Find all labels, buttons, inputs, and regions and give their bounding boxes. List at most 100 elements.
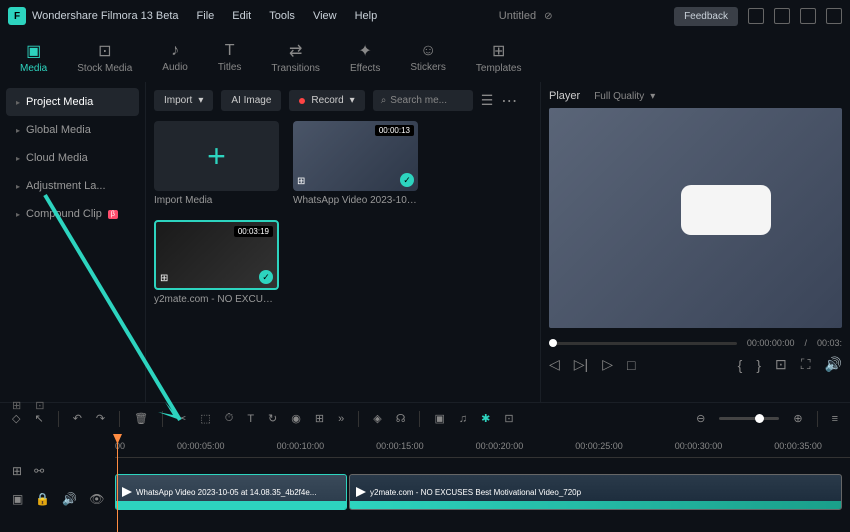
cloud-icon[interactable] [800,8,816,24]
mute-icon[interactable]: 🔊 [62,492,77,506]
caret-icon: ▸ [16,154,20,163]
link-icon[interactable]: ⚯ [34,464,44,478]
timeline-options-icon[interactable]: ≡ [832,413,838,425]
stickers-icon: ☺ [420,42,436,60]
undo-icon[interactable]: ↶ [73,412,82,425]
media-icon: ▣ [26,41,41,61]
timeline-ruler[interactable]: 00 00:00:05:00 00:00:10:00 00:00:15:00 0… [0,434,850,458]
menu-edit[interactable]: Edit [232,10,251,22]
chevron-down-icon: ▾ [198,95,203,106]
redo-icon[interactable]: ↷ [96,412,105,425]
fullscreen-icon[interactable]: ⛶ [801,356,811,373]
menu-help[interactable]: Help [355,10,378,22]
clip-play-icon [356,487,366,497]
selection-icon[interactable]: ↖ [34,412,43,425]
current-time: 00:00:00:00 [747,338,795,348]
menu-file[interactable]: File [197,10,215,22]
filter-icon[interactable]: ☰ [481,92,494,109]
group-icon[interactable]: ⊞ [315,412,324,425]
tab-templates[interactable]: ⊞Templates [476,41,522,74]
save-icon[interactable] [774,8,790,24]
doc-title[interactable]: Untitled [499,10,536,22]
sidebar-global-media[interactable]: ▸Global Media [6,116,139,144]
search-input[interactable]: ⌕Search me... [373,90,473,111]
marker-icon[interactable]: ◈ [373,412,381,425]
mark-out-icon[interactable]: } [756,357,761,373]
layers-icon: ⊞ [160,273,168,284]
progress-handle[interactable] [549,339,557,347]
render-icon[interactable]: ▣ [434,412,444,425]
more-tools-icon[interactable]: » [338,413,344,425]
tab-audio[interactable]: ♪Audio [162,42,188,73]
layout-icon[interactable] [748,8,764,24]
zoom-out-icon[interactable]: ⊖ [696,412,705,425]
visibility-icon[interactable]: 👁 [89,492,104,506]
app-title: Wondershare Filmora 13 Beta [32,10,179,22]
ai-image-button[interactable]: AI Image [221,90,281,111]
play-icon[interactable]: ▷ [602,356,613,373]
add-track-icon[interactable]: ⊞ [12,464,22,478]
delete-icon[interactable]: 🗑 [134,412,148,425]
tab-titles[interactable]: TTitles [218,42,242,73]
quality-dropdown[interactable]: Full Quality▾ [594,91,655,102]
tab-media[interactable]: ▣Media [20,41,47,74]
rotate-icon[interactable]: ↻ [268,412,277,425]
zoom-in-icon[interactable]: ⊕ [793,412,802,425]
search-icon: ⌕ [381,95,387,106]
color-icon[interactable]: ◉ [291,412,301,425]
lock-icon[interactable]: 🔒 [35,492,50,506]
timeline-clip-1[interactable]: WhatsApp Video 2023-10-05 at 14.08.35_4b… [115,474,347,510]
crop-icon[interactable]: ⬚ [200,412,210,425]
tab-stock-media[interactable]: ⊡Stock Media [77,41,132,74]
feedback-button[interactable]: Feedback [674,7,738,26]
keyframe-icon[interactable]: ◇ [12,412,20,425]
record-dropdown[interactable]: Record▾ [289,90,364,111]
sidebar-cloud-media[interactable]: ▸Cloud Media [6,144,139,172]
tab-effects[interactable]: ✦Effects [350,41,380,74]
audio-sync-icon[interactable]: ♫ [459,413,467,425]
sidebar-compound-clip[interactable]: ▸Compound Clipβ [6,200,139,228]
snapshot-icon[interactable]: ⊡ [775,356,787,373]
tab-transitions[interactable]: ⇄Transitions [271,41,320,74]
player-title: Player [549,90,580,102]
tab-stickers[interactable]: ☺Stickers [410,42,446,73]
media-clip-y2mate[interactable]: 00:03:19⊞✓ y2mate.com - NO EXCUSES ... [154,220,279,305]
mark-in-icon[interactable]: { [738,357,743,373]
grid-icon[interactable] [826,8,842,24]
chevron-down-icon: ▾ [350,95,355,106]
check-icon: ✓ [400,173,414,187]
zoom-handle[interactable] [755,414,764,423]
stock-icon: ⊡ [98,41,111,61]
play-start-icon[interactable]: ▷| [574,356,588,373]
split-icon[interactable]: ✂ [177,412,186,425]
media-clip-whatsapp[interactable]: 00:00:13⊞✓ WhatsApp Video 2023-10-05... [293,121,418,206]
folder-add-icon[interactable]: ⊞ [12,399,21,412]
record-icon[interactable]: ⊡ [504,412,513,425]
sidebar-adjustment-layer[interactable]: ▸Adjustment La... [6,172,139,200]
video-track-icon[interactable]: ▣ [12,492,23,506]
beta-badge: β [108,210,118,219]
mixer-icon[interactable]: ☊ [396,412,406,425]
import-dropdown[interactable]: Import▾ [154,90,213,111]
stop-icon[interactable]: □ [627,357,635,373]
zoom-slider[interactable] [719,417,779,420]
subtitle-icon[interactable]: ✱ [481,412,490,425]
video-preview[interactable] [549,108,842,328]
plus-icon: + [207,138,226,175]
menu-tools[interactable]: Tools [269,10,295,22]
import-media-tile[interactable]: + Import Media [154,121,279,206]
playhead[interactable] [117,434,118,532]
volume-icon[interactable]: 🔊 [825,356,842,373]
sidebar-project-media[interactable]: ▸Project Media [6,88,139,116]
sync-icon: ⊘ [544,11,552,22]
timeline-clip-2[interactable]: y2mate.com - NO EXCUSES Best Motivationa… [349,474,842,510]
more-icon[interactable]: ⋯ [501,91,517,111]
menu-view[interactable]: View [313,10,337,22]
transitions-icon: ⇄ [289,41,302,61]
text-icon[interactable]: T [247,413,254,425]
speed-icon[interactable]: ⏱ [225,412,234,425]
folder-icon[interactable]: ⊡ [35,399,44,412]
caret-icon: ▸ [16,182,20,191]
progress-bar[interactable] [549,342,737,345]
prev-frame-icon[interactable]: ◁ [549,356,560,373]
